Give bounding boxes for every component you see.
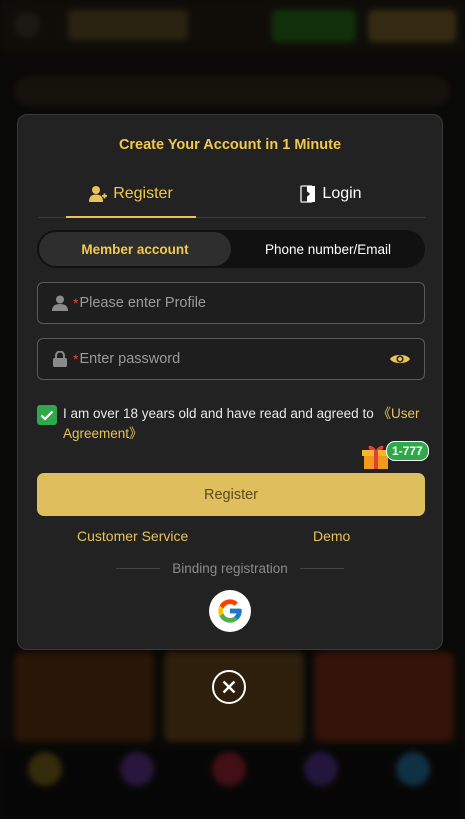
auth-tabs: Register Login [38,171,426,218]
tab-register-label: Register [113,184,173,202]
close-icon [222,680,236,694]
tab-login[interactable]: Login [266,171,396,217]
check-icon [40,410,54,421]
tab-register[interactable]: Register [66,171,196,218]
login-door-icon [300,185,316,203]
google-signin-button[interactable] [209,590,251,632]
eye-icon[interactable] [388,352,412,366]
lock-icon [50,351,70,367]
register-button[interactable]: Register [37,473,425,516]
member-account-option[interactable]: Member account [39,232,231,266]
account-type-switch: Member account Phone number/Email [37,230,425,268]
binding-label: Binding registration [172,561,288,576]
user-add-icon [89,185,108,202]
agreement-row: I am over 18 years old and have read and… [37,404,429,444]
password-input[interactable] [78,351,388,367]
gift-badge: 1-777 [386,441,429,461]
password-field: * [37,338,425,380]
agreement-text: I am over 18 years old and have read and… [63,404,429,444]
demo-link[interactable]: Demo [313,528,350,544]
google-icon [218,599,242,623]
user-icon [50,295,70,311]
divider-line [299,568,345,569]
divider-line [116,568,161,569]
agreement-statement: I am over 18 years old and have read and… [63,406,378,421]
tab-login-label: Login [322,185,362,202]
phone-email-option[interactable]: Phone number/Email [233,232,423,266]
close-modal-button[interactable] [212,670,246,704]
register-modal: Create Your Account in 1 Minute Register [17,114,443,650]
binding-divider: Binding registration [116,561,345,576]
profile-field: * [37,282,425,324]
agreement-checkbox[interactable] [37,405,57,425]
customer-service-link[interactable]: Customer Service [77,528,188,544]
profile-input[interactable] [78,295,424,311]
modal-title: Create Your Account in 1 Minute [118,137,342,153]
